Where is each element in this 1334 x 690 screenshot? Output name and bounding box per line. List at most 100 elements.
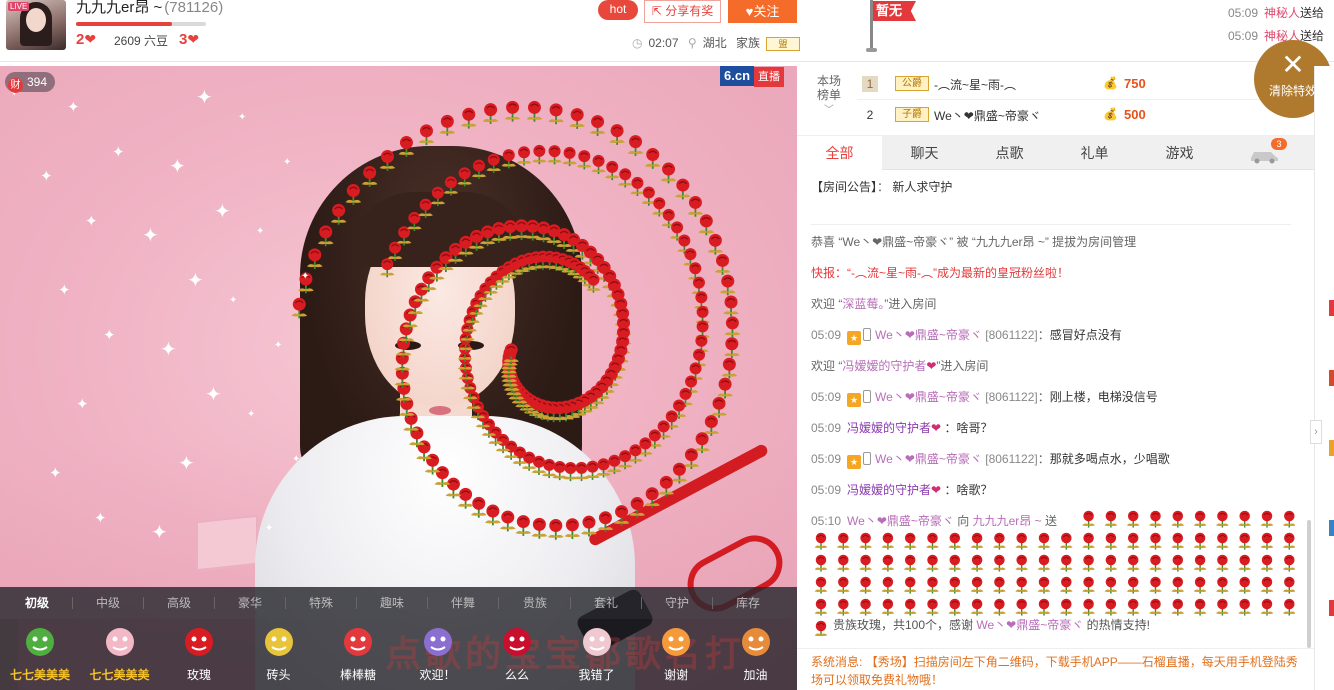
- hot-badge: hot: [598, 0, 638, 20]
- gift-tab[interactable]: 高级: [144, 587, 214, 619]
- chat-username[interactable]: 冯嫒嫒的守护者: [847, 483, 931, 497]
- chat-username[interactable]: 冯嫒嫒的守护者: [847, 421, 931, 435]
- wealth-badge[interactable]: 财 394: [5, 72, 56, 93]
- rose-icon: [948, 554, 962, 572]
- tab-all[interactable]: 全部: [797, 136, 882, 170]
- gift-item[interactable]: 棒棒糖: [320, 623, 396, 689]
- gift-tab[interactable]: 库存: [713, 587, 783, 619]
- rose-icon: [1260, 598, 1274, 616]
- chat-username[interactable]: We丶❤鼎盛~帝豪ヾ: [875, 328, 982, 342]
- live-video[interactable]: ✦ ✦ ✦ ✦ ✦ ✦ ✦ ✦ ✦ ✦ ✦ ✦ ✦ ✦ ✦ ✦ ✦ ✦ ✦ ✦ ✦ ✦ ✦ ✦ ✦ ✦ ✦ ✦ 财 394 6.cn 直播…: [0, 66, 797, 690]
- anchor-avatar[interactable]: LIVE: [6, 0, 66, 50]
- rose-icon: [1037, 554, 1051, 572]
- rose-icon: [859, 554, 872, 572]
- rose-icon: [1060, 532, 1073, 550]
- gift-ticker-item: 05:09 神秘人送给: [1228, 29, 1325, 43]
- rose-icon: [1082, 510, 1095, 528]
- gift-item[interactable]: 七七美美美: [2, 623, 78, 689]
- heart-icon: ❤: [84, 31, 97, 47]
- chat-scrollbar[interactable]: [1307, 520, 1311, 648]
- rose-icon: [1171, 532, 1185, 550]
- ranking-row[interactable]: 2 子爵 We丶❤鼎盛~帝豪ヾ 💰 500: [857, 99, 1317, 127]
- side-item[interactable]: [1329, 370, 1334, 386]
- chat-line: 欢迎 “深蓝莓。”进入房间: [811, 297, 937, 311]
- car-badge: 3: [1271, 138, 1287, 150]
- tab-chat[interactable]: 聊天: [882, 136, 967, 170]
- rose-icon: [948, 598, 962, 616]
- rose-icon: [1283, 576, 1295, 594]
- rose-icon: [859, 576, 872, 594]
- rose-icon: [837, 554, 850, 572]
- chat-line: 欢迎 “冯嫒嫒的守护者❤”进入房间: [811, 359, 989, 373]
- gift-tab[interactable]: 初级: [2, 587, 72, 619]
- side-item[interactable]: [1329, 440, 1334, 456]
- rose-icon: [837, 598, 850, 616]
- gift-item[interactable]: 我错了: [559, 623, 635, 689]
- rose-icon: [1216, 598, 1229, 616]
- rose-icon: [1126, 598, 1140, 616]
- rose-icon: [1082, 532, 1095, 550]
- rose-icon: [1238, 510, 1251, 528]
- gift-item[interactable]: 七七美美美: [82, 623, 158, 689]
- rose-icon: [926, 576, 939, 594]
- gift-item[interactable]: 欢迎！: [400, 623, 476, 689]
- gift-tab[interactable]: 守护: [642, 587, 712, 619]
- chat-username[interactable]: We丶❤鼎盛~帝豪ヾ: [875, 452, 982, 466]
- anchor-name[interactable]: 九九九er昂 ~ (781126): [76, 0, 223, 17]
- rose-icon: [859, 532, 872, 550]
- gift-item[interactable]: 么么: [479, 623, 555, 689]
- gift-tab[interactable]: 伴舞: [428, 587, 498, 619]
- chevron-right-icon[interactable]: ›: [1310, 420, 1322, 444]
- rose-icon: [903, 576, 917, 594]
- rose-icon: [837, 532, 850, 550]
- gift-tab[interactable]: 套礼: [571, 587, 641, 619]
- rose-icon: [948, 532, 962, 550]
- gift-label: 么么: [504, 668, 529, 682]
- gift-tab[interactable]: 特殊: [286, 587, 356, 619]
- rank-flag[interactable]: 暂无: [873, 1, 917, 21]
- share-button[interactable]: ⇱ 分享有奖: [644, 0, 721, 23]
- side-item[interactable]: [1329, 300, 1334, 316]
- chat-username[interactable]: We丶❤鼎盛~帝豪ヾ: [875, 390, 982, 404]
- gift-item[interactable]: 玫瑰: [161, 623, 237, 689]
- tab-song[interactable]: 点歌: [967, 136, 1052, 170]
- gift-item[interactable]: 谢谢: [638, 623, 714, 689]
- gift-tab[interactable]: 豪华: [215, 587, 285, 619]
- rose-icon: [1015, 576, 1028, 594]
- chat-message: 05:09 ★ We丶❤鼎盛~帝豪ヾ [8061122]：那就多喝点水，少唱歌: [811, 452, 1170, 469]
- live-duration: 02:07: [648, 36, 679, 50]
- rose-icon: [1126, 510, 1140, 528]
- lollipop-icon: [344, 628, 372, 656]
- follow-button[interactable]: ♥关注: [728, 0, 797, 23]
- gift-tab[interactable]: 贵族: [500, 587, 570, 619]
- rose-icon: [1015, 554, 1028, 572]
- ranking-label[interactable]: 本场 榜单 ﹀: [811, 74, 847, 118]
- gift-item[interactable]: 砖头: [241, 623, 317, 689]
- rose-icon: [1126, 554, 1140, 572]
- rose-icon: [1149, 598, 1162, 616]
- rose-icon: [1260, 510, 1274, 528]
- tab-gifts[interactable]: 礼单: [1052, 136, 1137, 170]
- rose-icon: [1193, 554, 1207, 572]
- clan-badge[interactable]: 盟: [766, 36, 801, 51]
- rose-icon: [1037, 576, 1051, 594]
- clan-label: 家族: [736, 36, 761, 50]
- rose-icon: [814, 532, 828, 550]
- chat-line: 恭喜 “We丶❤鼎盛~帝豪ヾ” 被 “九九九er昂 ~” 提拔为房间管理: [811, 235, 1137, 249]
- gift-tab[interactable]: 中级: [73, 587, 143, 619]
- rose-icon: [1015, 532, 1028, 550]
- flag-pole: [866, 0, 877, 52]
- side-item[interactable]: [1329, 600, 1334, 616]
- gift-label: 我错了: [578, 668, 615, 682]
- ranking-row[interactable]: 1 公爵 -︵流~星~雨-︵ 💰 750: [857, 69, 1317, 97]
- gift-tab[interactable]: 趣味: [357, 587, 427, 619]
- gift-item[interactable]: 加油: [718, 623, 794, 689]
- tab-games[interactable]: 游戏: [1137, 136, 1222, 170]
- rose-icon: [970, 598, 984, 616]
- room-id: (781126): [164, 0, 224, 16]
- doll-icon: [105, 628, 134, 656]
- side-item[interactable]: [1329, 520, 1334, 536]
- rose-icon: [1171, 554, 1185, 572]
- phone-icon: [863, 328, 872, 341]
- clock-icon: ◷: [632, 36, 643, 50]
